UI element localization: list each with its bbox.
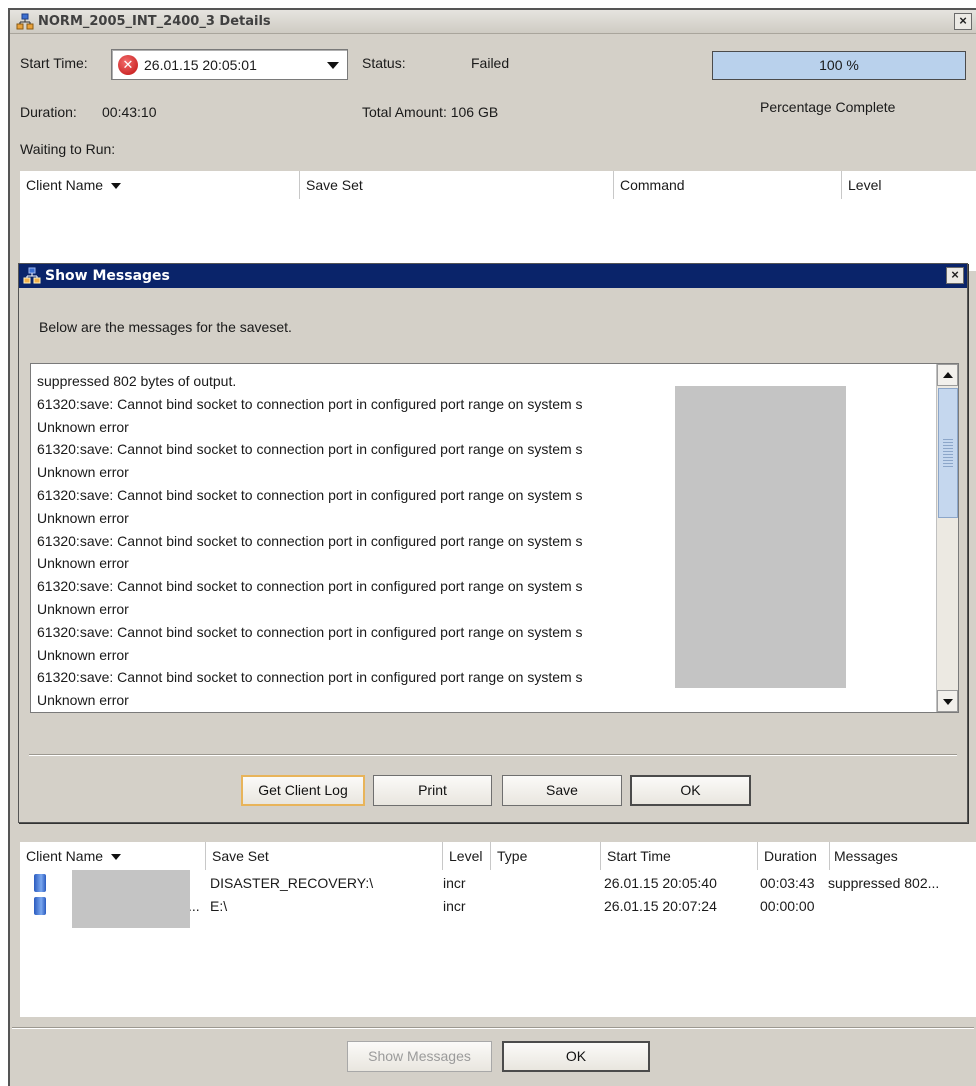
cell-save-set: E:\ <box>210 898 228 914</box>
cell-level: incr <box>443 898 466 914</box>
cell-start-time: 26.01.15 20:05:40 <box>604 875 717 891</box>
cell-start-time: 26.01.15 20:07:24 <box>604 898 717 914</box>
duration-label: Duration: <box>20 104 77 120</box>
window-close-button[interactable]: × <box>954 13 972 30</box>
redacted-system-name <box>675 386 846 688</box>
show-messages-dialog: Show Messages × Below are the messages f… <box>18 263 968 823</box>
ok-button[interactable]: OK <box>630 775 751 806</box>
footer-separator <box>12 1027 974 1029</box>
col-client-name[interactable]: Client Name <box>20 171 300 199</box>
waiting-to-run-label: Waiting to Run: <box>20 141 116 157</box>
status-value: Failed <box>471 55 510 71</box>
cell-messages: suppressed 802... <box>828 875 940 891</box>
client-machine-icon <box>34 874 46 892</box>
chevron-down-icon <box>327 62 339 69</box>
col-duration[interactable]: Duration <box>758 842 830 870</box>
cell-save-set: DISASTER_RECOVERY:\ <box>210 875 374 891</box>
window-title: NORM_2005_INT_2400_3 Details <box>38 14 271 29</box>
error-x-icon: ✕ <box>118 54 138 75</box>
start-time-value: 26.01.15 20:05:01 <box>144 56 257 73</box>
message-line: Unknown error <box>37 692 129 709</box>
scroll-thumb[interactable] <box>938 388 958 518</box>
arrow-down-icon <box>943 699 953 705</box>
window-title-bar[interactable]: NORM_2005_INT_2400_3 Details × <box>10 10 976 34</box>
cell-duration: 00:03:43 <box>760 875 815 891</box>
percentage-complete-label: Percentage Complete <box>760 99 896 115</box>
dialog-separator <box>29 754 957 756</box>
print-button[interactable]: Print <box>373 775 492 806</box>
ok-button[interactable]: OK <box>502 1041 650 1072</box>
show-messages-button[interactable]: Show Messages <box>347 1041 492 1072</box>
progress-text: 100 % <box>819 57 859 73</box>
grip-icon <box>943 439 953 469</box>
cell-level: incr <box>443 875 466 891</box>
duration-value: 00:43:10 <box>102 104 157 120</box>
waiting-table: Client Name Save Set Command Level <box>20 171 976 271</box>
col-start-time[interactable]: Start Time <box>601 842 758 870</box>
status-label: Status: <box>362 55 406 71</box>
scroll-down-button[interactable] <box>937 690 958 712</box>
col-client-name[interactable]: Client Name <box>20 842 206 870</box>
messages-scrollbar[interactable] <box>936 364 958 712</box>
total-amount: Total Amount: 106 GB <box>362 104 499 120</box>
start-time-label: Start Time: <box>20 55 88 71</box>
cell-duration: 00:00:00 <box>760 898 815 914</box>
col-messages[interactable]: Messages <box>830 842 976 870</box>
redacted-client-name <box>72 870 190 928</box>
col-level[interactable]: Level <box>443 842 491 870</box>
network-nodes-icon <box>16 13 34 29</box>
col-type[interactable]: Type <box>491 842 601 870</box>
completed-table: Client Name Save Set Level Type Start Ti… <box>20 842 976 1017</box>
dialog-close-button[interactable]: × <box>946 267 964 284</box>
messages-textarea[interactable]: suppressed 802 bytes of output. 61320:sav… <box>30 363 959 713</box>
col-save-set[interactable]: Save Set <box>300 171 614 199</box>
col-level[interactable]: Level <box>842 171 976 199</box>
sort-down-icon <box>111 854 122 861</box>
progress-bar: 100 % <box>712 51 966 80</box>
dialog-title-bar[interactable]: Show Messages × <box>19 264 967 288</box>
col-command[interactable]: Command <box>614 171 842 199</box>
scroll-up-button[interactable] <box>937 364 958 386</box>
network-nodes-icon <box>23 267 41 284</box>
save-button[interactable]: Save <box>502 775 622 806</box>
dialog-title: Show Messages <box>45 268 170 284</box>
col-save-set[interactable]: Save Set <box>206 842 443 870</box>
dialog-intro: Below are the messages for the saveset. <box>39 319 292 335</box>
get-client-log-button[interactable]: Get Client Log <box>241 775 365 806</box>
arrow-up-icon <box>943 372 953 378</box>
client-machine-icon <box>34 897 46 915</box>
sort-down-icon <box>111 183 122 190</box>
start-time-dropdown[interactable]: ✕ 26.01.15 20:05:01 <box>111 49 348 80</box>
